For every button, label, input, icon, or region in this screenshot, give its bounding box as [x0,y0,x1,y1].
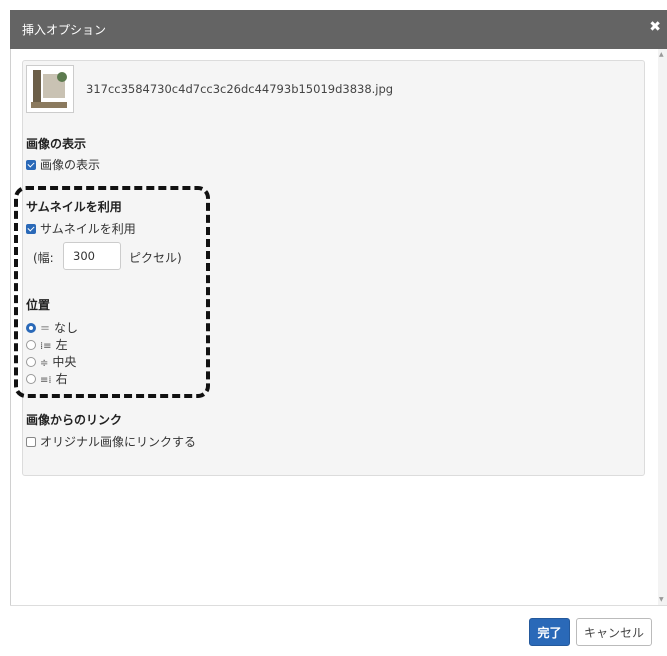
dialog-titlebar: 挿入オプション ✖ [10,10,667,49]
position-right-radio[interactable] [26,374,36,384]
position-none-radio[interactable] [26,323,36,333]
thumbnail-checkbox[interactable] [26,224,36,234]
image-thumbnail [26,65,74,113]
position-none-label: なし [54,321,79,335]
image-filename: 317cc3584730c4d7cc3c26dc44793b15019d3838… [86,82,394,96]
display-checkbox-label: 画像の表示 [40,158,101,172]
position-option-right[interactable]: ≡⁞ 右 [26,370,68,387]
display-checkbox[interactable] [26,160,36,170]
align-right-icon: ≡⁞ [40,375,52,386]
thumbnail-checkbox-label: サムネイルを利用 [40,222,136,236]
thumbnail-option[interactable]: サムネイルを利用 [26,220,136,237]
align-center-icon: ≑ [40,358,49,369]
done-button[interactable]: 完了 [529,618,570,646]
dialog-footer: 完了 キャンセル [10,605,667,656]
align-left-icon: ⁞≡ [40,341,52,352]
position-right-label: 右 [55,372,68,386]
width-unit: ピクセル) [129,251,182,265]
scroll-up-icon[interactable]: ▲ [659,51,664,58]
insert-options-dialog: 挿入オプション ✖ ▲ ▼ 317cc3584730c4d7cc3c26dc44… [0,0,667,656]
cancel-button[interactable]: キャンセル [576,618,652,646]
dialog-title: 挿入オプション [22,23,107,37]
thumbnail-section-title: サムネイルを利用 [26,200,122,214]
position-left-label: 左 [55,338,68,352]
scroll-down-icon[interactable]: ▼ [659,596,664,603]
link-checkbox-label: オリジナル画像にリンクする [40,435,197,449]
link-option[interactable]: オリジナル画像にリンクする [26,433,196,450]
align-none-icon: ＝ [40,324,50,335]
position-center-label: 中央 [52,355,77,369]
vertical-scrollbar[interactable]: ▲ ▼ [658,49,667,605]
position-option-none[interactable]: ＝ なし [26,319,78,336]
width-prefix: (幅: [33,251,54,265]
link-checkbox[interactable] [26,437,36,447]
position-left-radio[interactable] [26,340,36,350]
position-option-center[interactable]: ≑ 中央 [26,353,76,370]
link-section-title: 画像からのリンク [26,413,123,427]
close-icon[interactable]: ✖ [649,19,661,35]
display-section-title: 画像の表示 [26,137,87,151]
display-option[interactable]: 画像の表示 [26,156,100,173]
thumbnail-width-input[interactable] [63,242,121,270]
position-section-title: 位置 [26,298,51,312]
position-center-radio[interactable] [26,357,36,367]
position-option-left[interactable]: ⁞≡ 左 [26,336,68,353]
